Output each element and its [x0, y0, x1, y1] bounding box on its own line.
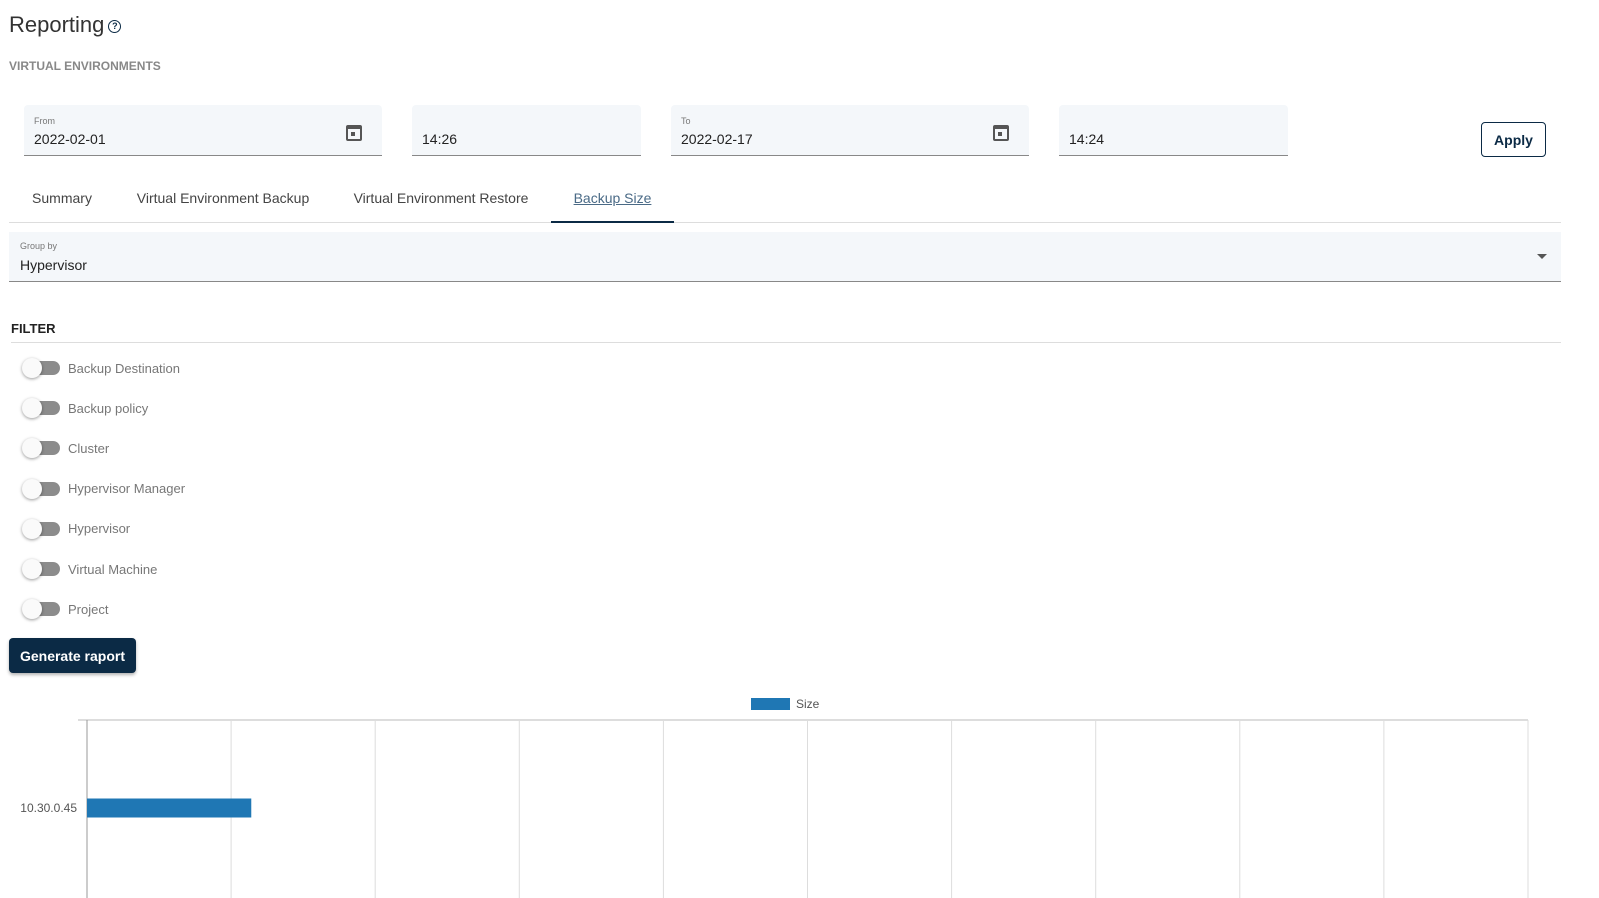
- chart-legend: Size: [751, 697, 820, 711]
- filter-toggle[interactable]: Project: [22, 599, 109, 620]
- tab-ve-restore[interactable]: Virtual Environment Restore: [339, 178, 543, 223]
- tab-summary[interactable]: Summary: [9, 178, 115, 223]
- chevron-down-icon: [1537, 254, 1547, 259]
- apply-button[interactable]: Apply: [1481, 122, 1546, 157]
- category-label: 10.30.0.45: [20, 801, 77, 815]
- group-by-select[interactable]: Group by Hypervisor: [9, 232, 1561, 282]
- to-time-field[interactable]: 14:24: [1059, 105, 1288, 156]
- backup-size-chart: Size 10.30.0.45: [20, 697, 1529, 898]
- toggle-label: Cluster: [68, 440, 110, 456]
- toggle-label: Backup policy: [68, 400, 149, 416]
- toggle-switch[interactable]: [22, 518, 60, 539]
- tab-ve-backup[interactable]: Virtual Environment Backup: [125, 178, 321, 223]
- filter-toggle[interactable]: Hypervisor: [22, 518, 131, 539]
- filter-toggle[interactable]: Backup Destination: [22, 358, 181, 378]
- toggle-label: Project: [68, 601, 109, 617]
- toggle-switch[interactable]: [22, 438, 60, 459]
- tab-backup-size[interactable]: Backup Size: [551, 178, 674, 223]
- page-title: Reporting?: [9, 12, 122, 38]
- help-icon[interactable]: ?: [108, 19, 122, 33]
- filter-toggle[interactable]: Virtual Machine: [22, 559, 158, 579]
- toggle-label: Virtual Machine: [68, 561, 158, 577]
- legend-label: Size: [796, 697, 820, 711]
- from-time-field[interactable]: 14:26: [412, 105, 641, 156]
- toggle-switch[interactable]: [22, 599, 60, 620]
- calendar-icon[interactable]: [346, 125, 362, 141]
- toggle-switch[interactable]: [22, 398, 60, 419]
- toggle-label: Backup Destination: [68, 360, 181, 376]
- filter-toggle[interactable]: Cluster: [22, 438, 110, 459]
- toggle-label: Hypervisor: [68, 521, 131, 537]
- toggle-switch[interactable]: [22, 478, 60, 499]
- generate-report-button[interactable]: Generate raport: [9, 638, 136, 673]
- filter-toggle[interactable]: Hypervisor Manager: [22, 478, 186, 499]
- toggle-switch[interactable]: [22, 559, 60, 579]
- to-date-field[interactable]: To 2022-02-17: [671, 105, 1029, 156]
- tab-bar: Summary Virtual Environment Backup Virtu…: [9, 178, 1561, 223]
- legend-swatch: [751, 698, 790, 710]
- filter-heading: FILTER: [11, 321, 1561, 343]
- section-subtitle: VIRTUAL ENVIRONMENTS: [9, 59, 161, 73]
- filter-toggle[interactable]: Backup policy: [22, 398, 149, 419]
- bar: [87, 798, 252, 818]
- calendar-icon[interactable]: [993, 125, 1009, 141]
- toggle-label: Hypervisor Manager: [68, 481, 186, 497]
- from-date-field[interactable]: From 2022-02-01: [24, 105, 382, 156]
- toggle-switch[interactable]: [22, 358, 60, 378]
